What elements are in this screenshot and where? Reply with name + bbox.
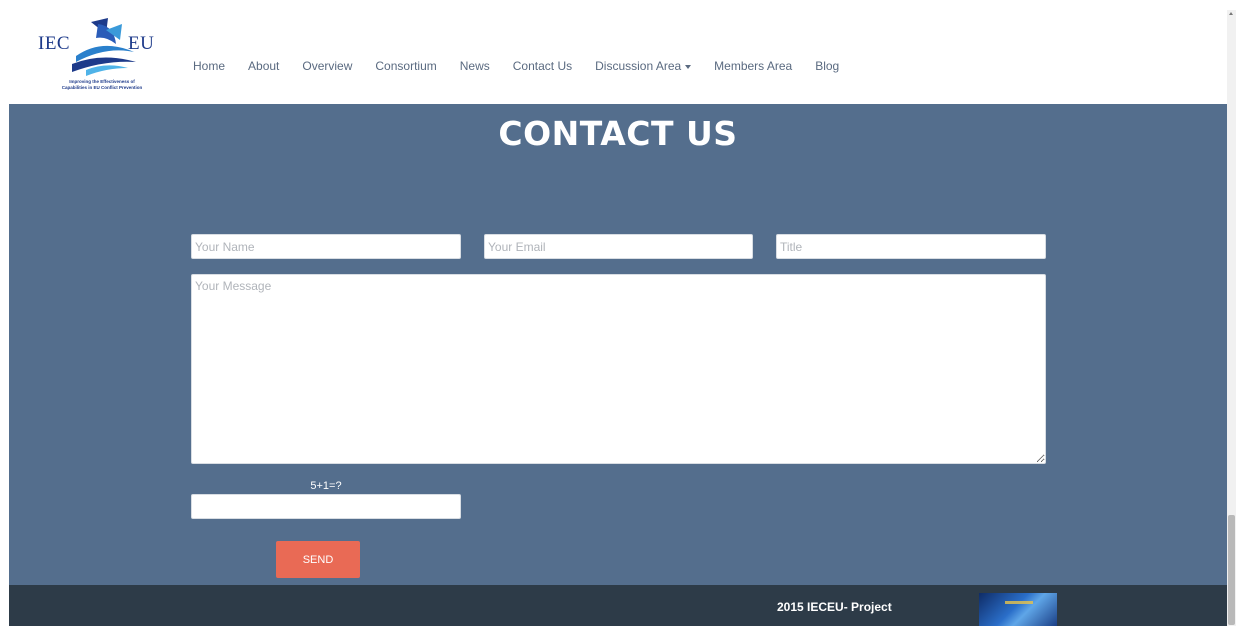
footer-banner-image[interactable] xyxy=(979,593,1057,626)
site-header: IEC EU Improving the Effectiveness of Ca… xyxy=(9,10,1227,104)
send-button[interactable]: SEND xyxy=(276,541,360,578)
page: IEC EU Improving the Effectiveness of Ca… xyxy=(9,10,1227,626)
iceu-logo[interactable]: IEC EU Improving the Effectiveness of Ca… xyxy=(36,16,168,100)
nav-about[interactable]: About xyxy=(248,59,279,73)
nav-consortium[interactable]: Consortium xyxy=(375,59,436,73)
scroll-thumb[interactable] xyxy=(1228,515,1235,625)
nav-members-area[interactable]: Members Area xyxy=(714,59,792,73)
title-input[interactable] xyxy=(776,234,1046,259)
footer-copyright: 2015 IECEU- Project xyxy=(777,600,892,614)
nav-home[interactable]: Home xyxy=(193,59,225,73)
nav-overview[interactable]: Overview xyxy=(302,59,352,73)
main-nav: Home About Overview Consortium News Cont… xyxy=(193,57,862,75)
logo-tagline-line2: Capabilities in EU Conflict Prevention xyxy=(61,84,143,90)
logo-text-eu: EU xyxy=(128,33,155,54)
logo-text-iec: IEC xyxy=(38,33,71,54)
captcha-input[interactable] xyxy=(191,494,461,519)
email-input[interactable] xyxy=(484,234,753,259)
caret-down-icon xyxy=(685,64,692,69)
logo-tagline: Improving the Effectiveness of Capabilit… xyxy=(36,79,168,90)
scroll-up-arrow-icon[interactable] xyxy=(1229,12,1233,15)
page-scrollbar[interactable] xyxy=(1227,10,1236,626)
name-input[interactable] xyxy=(191,234,461,259)
message-textarea[interactable] xyxy=(191,274,1046,464)
nav-news[interactable]: News xyxy=(460,59,490,73)
captcha-label: 5+1=? xyxy=(310,480,342,492)
site-footer: 2015 IECEU- Project xyxy=(9,585,1227,626)
nav-discussion-area[interactable]: Discussion Area xyxy=(595,59,692,73)
page-title: CONTACT US xyxy=(498,114,738,153)
nav-discussion-area-label: Discussion Area xyxy=(595,59,682,73)
nav-blog[interactable]: Blog xyxy=(815,59,839,73)
nav-contact-us[interactable]: Contact Us xyxy=(513,59,572,73)
